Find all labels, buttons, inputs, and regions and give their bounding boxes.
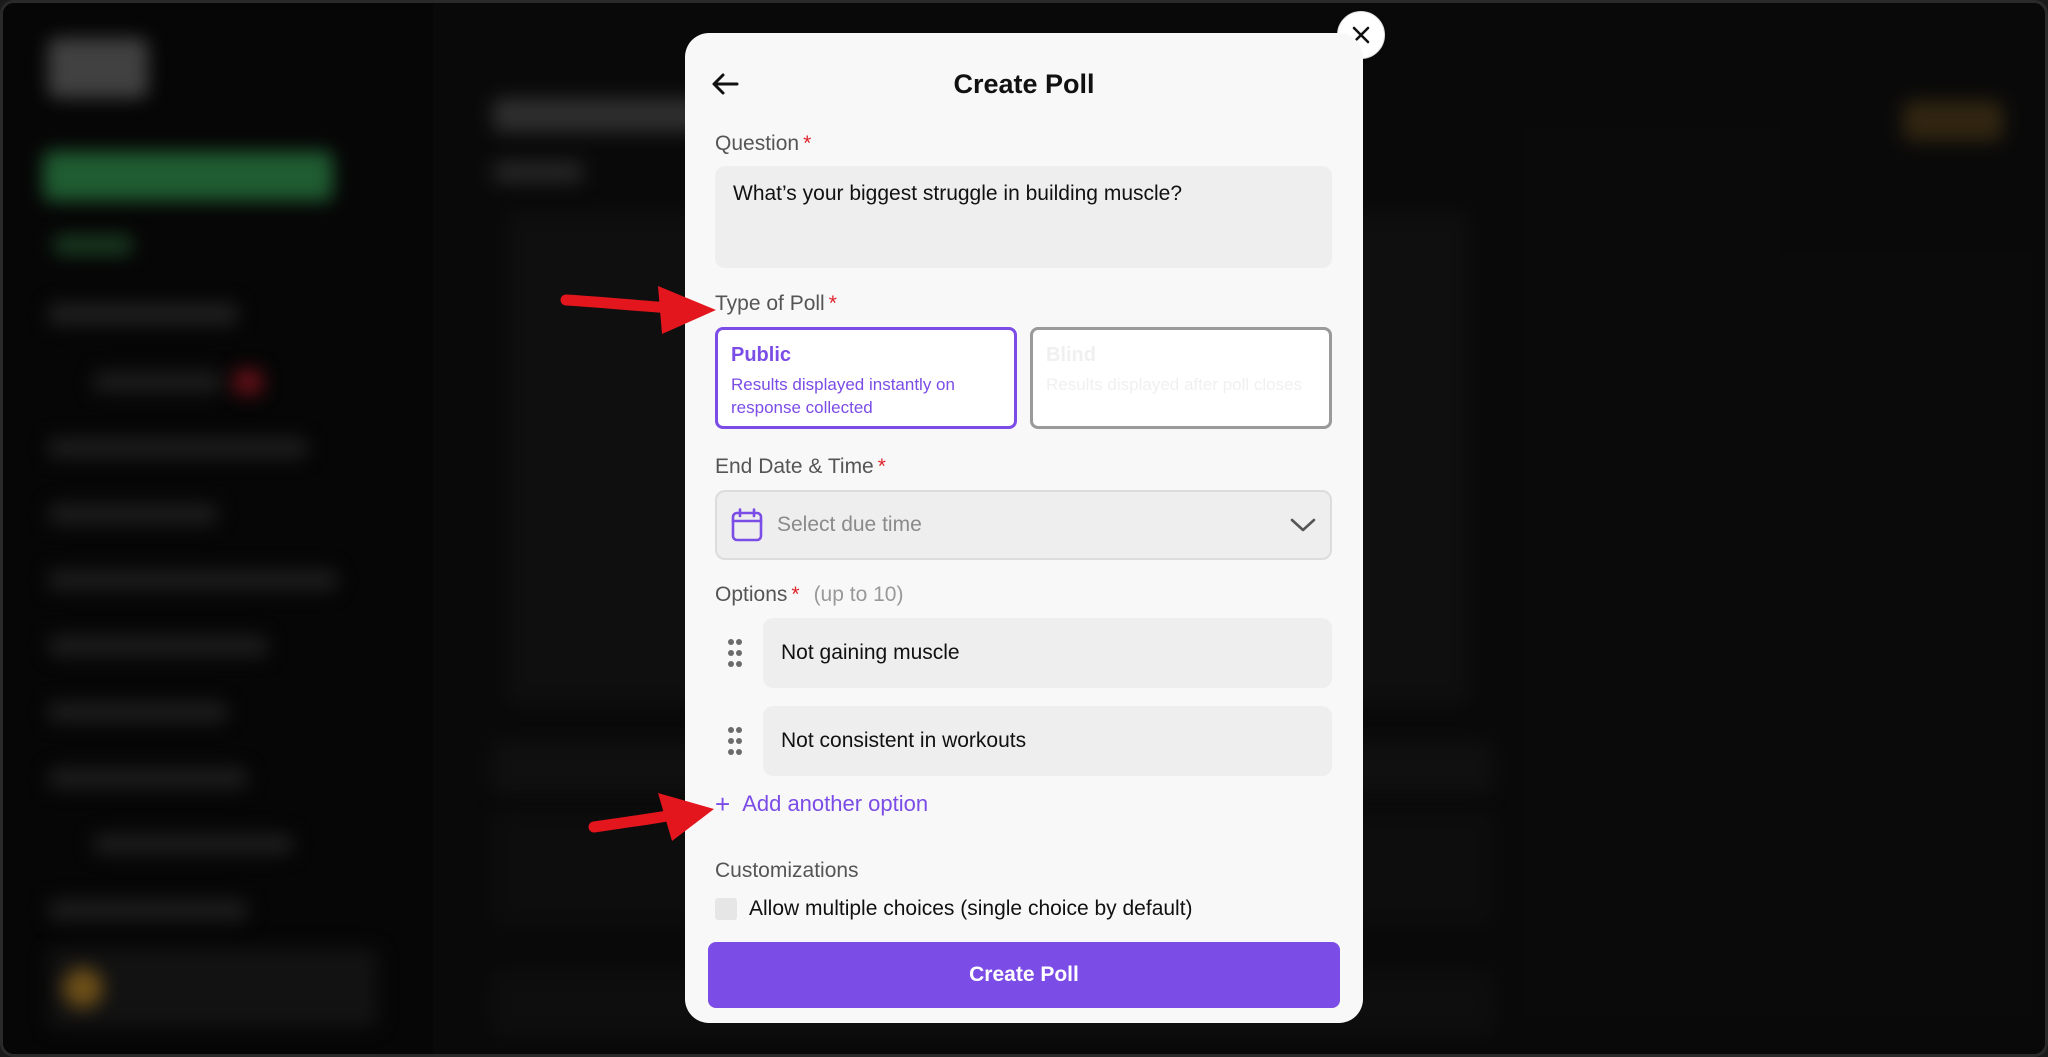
multiple-choices-option: Allow multiple choices (single choice by…	[715, 897, 1193, 921]
create-poll-modal: Create Poll Question * What’s your bigges…	[685, 33, 1363, 1023]
option-row: Not consistent in workouts	[715, 706, 1332, 776]
required-mark: *	[791, 583, 800, 606]
poll-type-label: Type of Poll *	[715, 292, 837, 316]
question-input[interactable]: What’s your biggest struggle in building…	[715, 166, 1332, 268]
required-mark: *	[877, 455, 886, 478]
question-label-text: Question	[715, 132, 800, 155]
customizations-label: Customizations	[715, 859, 859, 882]
poll-type-label-text: Type of Poll	[715, 292, 825, 315]
add-option-button[interactable]: + Add another option	[715, 791, 928, 817]
create-poll-button[interactable]: Create Poll	[708, 942, 1340, 1008]
options-label-text: Options	[715, 583, 788, 606]
calendar-icon	[731, 508, 763, 542]
multiple-choices-checkbox[interactable]	[715, 898, 737, 920]
question-label: Question *	[715, 132, 811, 156]
poll-type-blind-card[interactable]: Blind Results displayed after poll close…	[1030, 327, 1332, 429]
end-date-select[interactable]: Select due time	[715, 490, 1332, 560]
arrow-left-icon	[712, 73, 739, 95]
back-button[interactable]	[707, 66, 743, 102]
multiple-choices-label: Allow multiple choices (single choice by…	[749, 897, 1193, 920]
poll-type-description: Results displayed after poll closes	[1046, 375, 1303, 394]
drag-handle-icon[interactable]	[715, 706, 755, 776]
option-input[interactable]: Not consistent in workouts	[763, 706, 1332, 776]
options-hint: (up to 10)	[813, 583, 904, 606]
options-label: Options * (up to 10)	[715, 583, 903, 607]
option-row: Not gaining muscle	[715, 618, 1332, 688]
modal-header: Create Poll	[685, 61, 1363, 107]
modal-title: Create Poll	[953, 68, 1095, 99]
poll-type-title: Blind	[1046, 344, 1096, 366]
poll-type-public-card[interactable]: Public Results displayed instantly on re…	[715, 327, 1017, 429]
end-date-label-text: End Date & Time	[715, 455, 874, 478]
option-input[interactable]: Not gaining muscle	[763, 618, 1332, 688]
drag-handle-icon[interactable]	[715, 618, 755, 688]
poll-type-title: Public	[731, 344, 792, 366]
end-date-label: End Date & Time *	[715, 455, 886, 479]
add-option-label: Add another option	[742, 791, 929, 816]
required-mark: *	[803, 132, 812, 155]
end-date-placeholder: Select due time	[777, 513, 922, 536]
required-mark: *	[828, 292, 837, 315]
poll-type-description: Results displayed instantly on response …	[731, 375, 955, 417]
chevron-down-icon	[1290, 518, 1316, 532]
annotation-arrow-icon	[560, 286, 716, 334]
annotation-arrow-icon	[588, 793, 714, 841]
